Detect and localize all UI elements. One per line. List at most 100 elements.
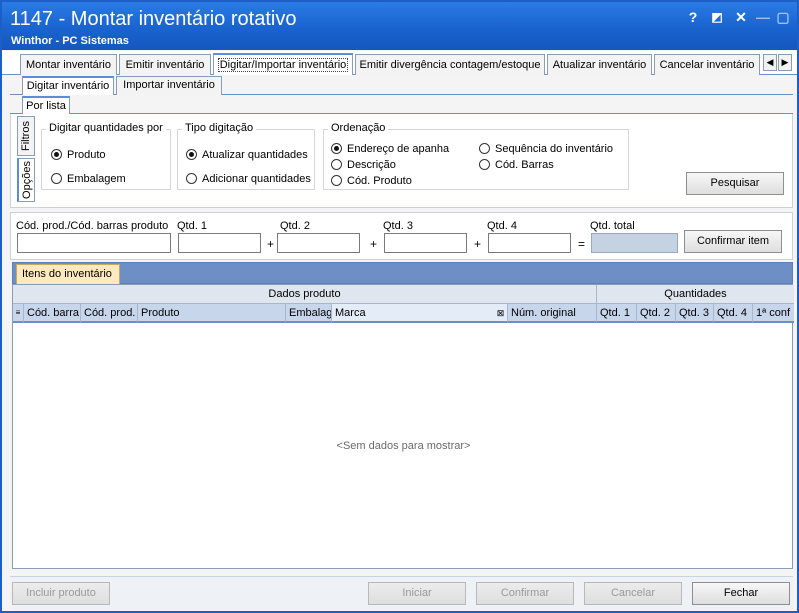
window-title: 1147 - Montar inventário rotativo (10, 8, 297, 30)
cancelar-button[interactable]: Cancelar (584, 582, 682, 605)
pin-icon[interactable]: ◩ (709, 9, 725, 25)
tab-label: Emitir divergência contagem/estoque (359, 59, 541, 71)
radio-unchecked-icon (186, 173, 197, 184)
radio-descricao[interactable]: Descrição (331, 159, 396, 171)
options-panel: Filtros Opções Digitar quantidades por P… (10, 114, 793, 208)
col-qtd3[interactable]: Qtd. 3 (676, 304, 714, 323)
tab-itens-inventario[interactable]: Itens do inventário (16, 264, 120, 285)
tab-cancelar-inventario[interactable]: Cancelar inventário (654, 54, 760, 75)
qtd4-input[interactable] (488, 233, 571, 253)
qtd1-input[interactable] (178, 233, 261, 253)
qtd3-input[interactable] (384, 233, 467, 253)
radio-embalagem[interactable]: Embalagem (51, 173, 126, 185)
tab-opcoes[interactable]: Opções (17, 158, 35, 202)
main-tab-bar: Montar inventário Emitir inventário Digi… (2, 51, 797, 75)
radio-cod-produto-label: Cód. Produto (347, 175, 412, 187)
col-cod-prod[interactable]: Cód. prod. (81, 304, 138, 323)
radio-checked-icon (331, 143, 342, 154)
tab-opcoes-label: Opções (20, 161, 33, 199)
col-qtd1[interactable]: Qtd. 1 (597, 304, 637, 323)
qtd-total-field (591, 233, 678, 253)
radio-checked-icon (51, 149, 62, 160)
footer-bar: Incluir produto Iniciar Confirmar Cancel… (10, 576, 793, 610)
col-qtd2[interactable]: Qtd. 2 (637, 304, 676, 323)
radio-checked-icon (186, 149, 197, 160)
radio-unchecked-icon (51, 173, 62, 184)
ordenacao-legend: Ordenação (328, 122, 389, 134)
main-window: 1147 - Montar inventário rotativo Wintho… (0, 0, 799, 613)
items-grid: Dados produto Quantidades ≡ Cód. barra C… (12, 284, 794, 569)
col-marca[interactable]: Marca (332, 304, 508, 323)
band-dados-produto: Dados produto (13, 285, 597, 304)
ordenacao-group: Ordenação Endereço de apanha Descrição C… (323, 122, 629, 190)
close-window-icon[interactable]: ✕ (733, 9, 749, 25)
filter-icon[interactable]: ⊠ (494, 304, 508, 323)
qtd2-label: Qtd. 2 (280, 220, 310, 232)
tab-emitir-inventario[interactable]: Emitir inventário (119, 54, 211, 75)
radio-endereco-label: Endereço de apanha (347, 143, 450, 155)
tab-digitar-inventario[interactable]: Digitar inventário (22, 76, 114, 95)
radio-adicionar-label: Adicionar quantidades (202, 173, 311, 185)
tab-emitir-divergencia[interactable]: Emitir divergência contagem/estoque (355, 54, 545, 75)
plus-sign: + (370, 237, 378, 251)
tab-label: Cancelar inventário (659, 59, 755, 71)
column-chooser-icon[interactable]: ≡ (13, 304, 24, 323)
radio-descricao-label: Descrição (347, 159, 396, 171)
tab-label: Montar inventário (26, 59, 111, 71)
cod-produto-label: Cód. prod./Cód. barras produto (16, 220, 169, 232)
digitar-quantidades-legend: Digitar quantidades por (46, 122, 166, 134)
tab-digitar-importar-inventario[interactable]: Digitar/Importar inventário (213, 53, 353, 75)
tab-scroll-right-icon[interactable]: ▶ (778, 54, 792, 71)
col-qtd4[interactable]: Qtd. 4 (714, 304, 753, 323)
radio-endereco-apanha[interactable]: Endereço de apanha (331, 143, 449, 155)
radio-cod-produto[interactable]: Cód. Produto (331, 175, 412, 187)
tab-label: Atualizar inventário (552, 59, 647, 71)
radio-unchecked-icon (331, 159, 342, 170)
iniciar-button[interactable]: Iniciar (368, 582, 466, 605)
tab-scroll-left-icon[interactable]: ◀ (763, 54, 777, 71)
radio-unchecked-icon (331, 175, 342, 186)
qtd2-input[interactable] (277, 233, 360, 253)
fechar-button[interactable]: Fechar (692, 582, 790, 605)
tipo-digitacao-group: Tipo digitação Atualizar quantidades Adi… (177, 122, 315, 190)
equals-sign: = (578, 237, 586, 251)
minimize-icon[interactable]: — (755, 9, 771, 25)
radio-unchecked-icon (479, 159, 490, 170)
radio-cod-barras-label: Cód. Barras (495, 159, 554, 171)
item-entry-panel: Cód. prod./Cód. barras produto Qtd. 1 + … (10, 212, 793, 260)
tab-importar-inventario[interactable]: Importar inventário (116, 76, 222, 95)
radio-produto[interactable]: Produto (51, 149, 106, 161)
tab-label: Emitir inventário (125, 59, 205, 71)
window-subtitle: Winthor - PC Sistemas (11, 35, 129, 47)
col-cod-barra[interactable]: Cód. barra (24, 304, 81, 323)
confirmar-item-button[interactable]: Confirmar item (684, 230, 782, 253)
radio-atualizar-label: Atualizar quantidades (202, 149, 308, 161)
pesquisar-button[interactable]: Pesquisar (686, 172, 784, 195)
radio-adicionar-quantidades[interactable]: Adicionar quantidades (186, 173, 311, 185)
radio-atualizar-quantidades[interactable]: Atualizar quantidades (186, 149, 308, 161)
plus-sign: + (267, 237, 275, 251)
tab-filtros[interactable]: Filtros (17, 116, 35, 156)
radio-cod-barras[interactable]: Cód. Barras (479, 159, 554, 171)
band-quantidades: Quantidades (597, 285, 794, 304)
qtd1-label: Qtd. 1 (177, 220, 207, 232)
incluir-produto-button[interactable]: Incluir produto (12, 582, 110, 605)
col-primeira-conf[interactable]: 1ª conf (753, 304, 794, 323)
confirmar-button[interactable]: Confirmar (476, 582, 574, 605)
help-icon[interactable]: ? (685, 9, 701, 25)
col-num-original[interactable]: Núm. original (508, 304, 597, 323)
maximize-icon[interactable]: ▢ (775, 9, 791, 25)
sub-tab-bar: Digitar inventário Importar inventário (10, 75, 793, 95)
tab-por-lista[interactable]: Por lista (22, 96, 70, 114)
col-produto[interactable]: Produto (138, 304, 286, 323)
col-embalagem[interactable]: Embalag (286, 304, 332, 323)
radio-sequencia-inventario[interactable]: Sequência do inventário (479, 143, 613, 155)
cod-produto-input[interactable] (17, 233, 171, 253)
tab-atualizar-inventario[interactable]: Atualizar inventário (547, 54, 652, 75)
digitar-quantidades-group: Digitar quantidades por Produto Embalage… (41, 122, 171, 190)
tab-montar-inventario[interactable]: Montar inventário (20, 54, 117, 75)
radio-produto-label: Produto (67, 149, 106, 161)
view-tab-bar: Por lista (10, 95, 793, 114)
qtd4-label: Qtd. 4 (487, 220, 517, 232)
qtd3-label: Qtd. 3 (383, 220, 413, 232)
